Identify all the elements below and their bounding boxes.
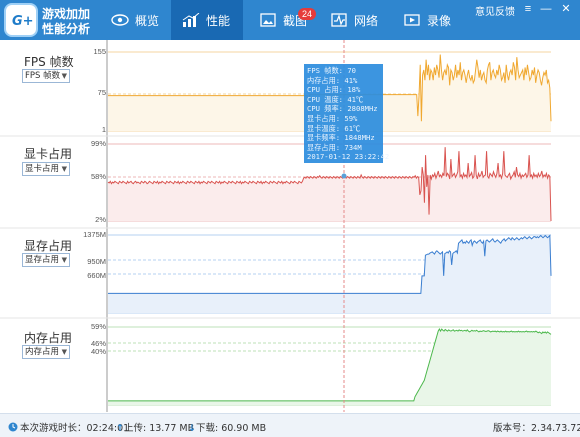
mem-select-value: 内存占用 — [25, 347, 60, 357]
download-text: 下载: 60.90 MB — [195, 423, 267, 434]
eye-icon — [110, 12, 130, 28]
fps-tick-mid: 75 — [97, 88, 106, 97]
gpu-tick-mid: 58% — [90, 172, 106, 181]
vram-tick-min: 660M — [87, 271, 106, 280]
tab-performance[interactable]: 性能 — [171, 0, 243, 40]
version-text: 版本号：2.34.73.721 — [493, 423, 580, 434]
tooltip-memory: 内存占用: 41% — [307, 75, 358, 85]
tooltip-fps: FPS 帧数: 70 — [307, 66, 356, 75]
chevron-down-icon: ▼ — [61, 165, 67, 173]
vram-metric-select[interactable]: 显存占用 ▼ — [22, 253, 70, 267]
tooltip-gpu-usage: 显卡占用: 59% — [307, 113, 358, 123]
tab-recording[interactable]: 录像 — [400, 0, 460, 40]
cursor-point — [341, 173, 347, 179]
download-arrow-icon: ↓ — [188, 423, 196, 434]
mem-metric-select[interactable]: 内存占用 ▼ — [22, 345, 70, 359]
logo-text: G+ — [12, 14, 34, 29]
tooltip-gpu-temp: 显卡温度: 61℃ — [307, 123, 361, 133]
image-icon — [258, 12, 278, 28]
tooltip-gpu-freq: 显卡频率: 1848MHz — [307, 133, 375, 143]
vram-select-value: 显存占用 — [25, 255, 60, 265]
performance-charts — [0, 40, 580, 412]
clock-icon — [8, 422, 18, 432]
tab-performance-label: 性能 — [206, 13, 231, 28]
gpu-tick-min: 2% — [95, 215, 106, 224]
chevron-down-icon: ▼ — [61, 256, 67, 264]
network-wave-icon — [329, 12, 349, 28]
upload-stat: ↑上传: 13.77 MB — [116, 420, 194, 434]
tab-overview[interactable]: 概览 — [104, 0, 164, 40]
gpu-tick-max: 99% — [90, 139, 106, 148]
menu-icon[interactable]: ≡ — [520, 2, 536, 16]
gpu-metric-select[interactable]: 显卡占用 ▼ — [22, 162, 70, 176]
tooltip-cpu-temp: CPU 温度: 41℃ — [307, 94, 364, 104]
gpu-select-value: 显卡占用 — [25, 164, 60, 174]
tab-overview-label: 概览 — [135, 13, 160, 28]
video-icon — [402, 12, 422, 28]
tooltip-cpu-usage: CPU 占用: 18% — [307, 85, 361, 95]
chevron-down-icon: ▼ — [61, 348, 67, 356]
fps-metric-select[interactable]: FPS 帧数 ▼ — [22, 69, 70, 83]
vram-panel-title: 显存占用 — [24, 239, 73, 253]
vram-tick-max: 1375M — [83, 230, 106, 239]
game-time: 本次游戏时长：02:24:01 — [8, 420, 129, 434]
tooltip-timestamp: 2017-01-12 23:22:42 — [307, 152, 390, 162]
upload-text: 上传: 13.77 MB — [123, 423, 195, 434]
hover-tooltip: FPS 帧数: 70 内存占用: 41% CPU 占用: 18% CPU 温度:… — [304, 64, 390, 163]
mem-tick-max: 59% — [90, 322, 106, 331]
tooltip-vram: 显存占用: 734M — [307, 142, 362, 152]
app-logo-icon: G+ — [4, 3, 38, 37]
fps-tick-max: 155 — [93, 47, 106, 56]
brand-line2: 性能分析 — [42, 22, 91, 36]
fps-panel-title: FPS 帧数 — [24, 55, 74, 69]
chevron-down-icon: ▼ — [61, 72, 67, 80]
tab-recording-label: 录像 — [427, 13, 452, 28]
mem-panel-title: 内存占用 — [24, 331, 73, 345]
feedback-link[interactable]: 意见反馈 — [475, 3, 515, 18]
mem-tick-min: 40% — [90, 347, 106, 356]
minimize-icon[interactable]: — — [538, 2, 554, 16]
top-bar: G+ 游戏加加 性能分析 概览 性能 截图 24 网络 录像 意见反馈 ≡ — — [0, 0, 580, 40]
fps-tick-min: 1 — [101, 125, 106, 134]
close-icon[interactable]: ✕ — [558, 2, 574, 16]
upload-arrow-icon: ↑ — [116, 423, 124, 434]
tab-network[interactable]: 网络 — [325, 0, 393, 40]
tooltip-cpu-freq: CPU 频率: 2808MHz — [307, 104, 378, 114]
vram-tick-mid: 950M — [87, 257, 106, 266]
status-bar: 本次游戏时长：02:24:01 ↑上传: 13.77 MB ↓下载: 60.90… — [0, 413, 580, 437]
screenshot-count-badge: 24 — [298, 8, 317, 20]
download-stat: ↓下载: 60.90 MB — [188, 420, 266, 434]
tab-screenshots[interactable]: 截图 — [250, 0, 318, 40]
bar-chart-icon — [181, 12, 201, 28]
fps-select-value: FPS 帧数 — [25, 71, 61, 81]
gpu-panel-title: 显卡占用 — [24, 147, 73, 161]
game-time-text: 本次游戏时长：02:24:01 — [20, 423, 130, 434]
tab-network-label: 网络 — [354, 13, 379, 28]
